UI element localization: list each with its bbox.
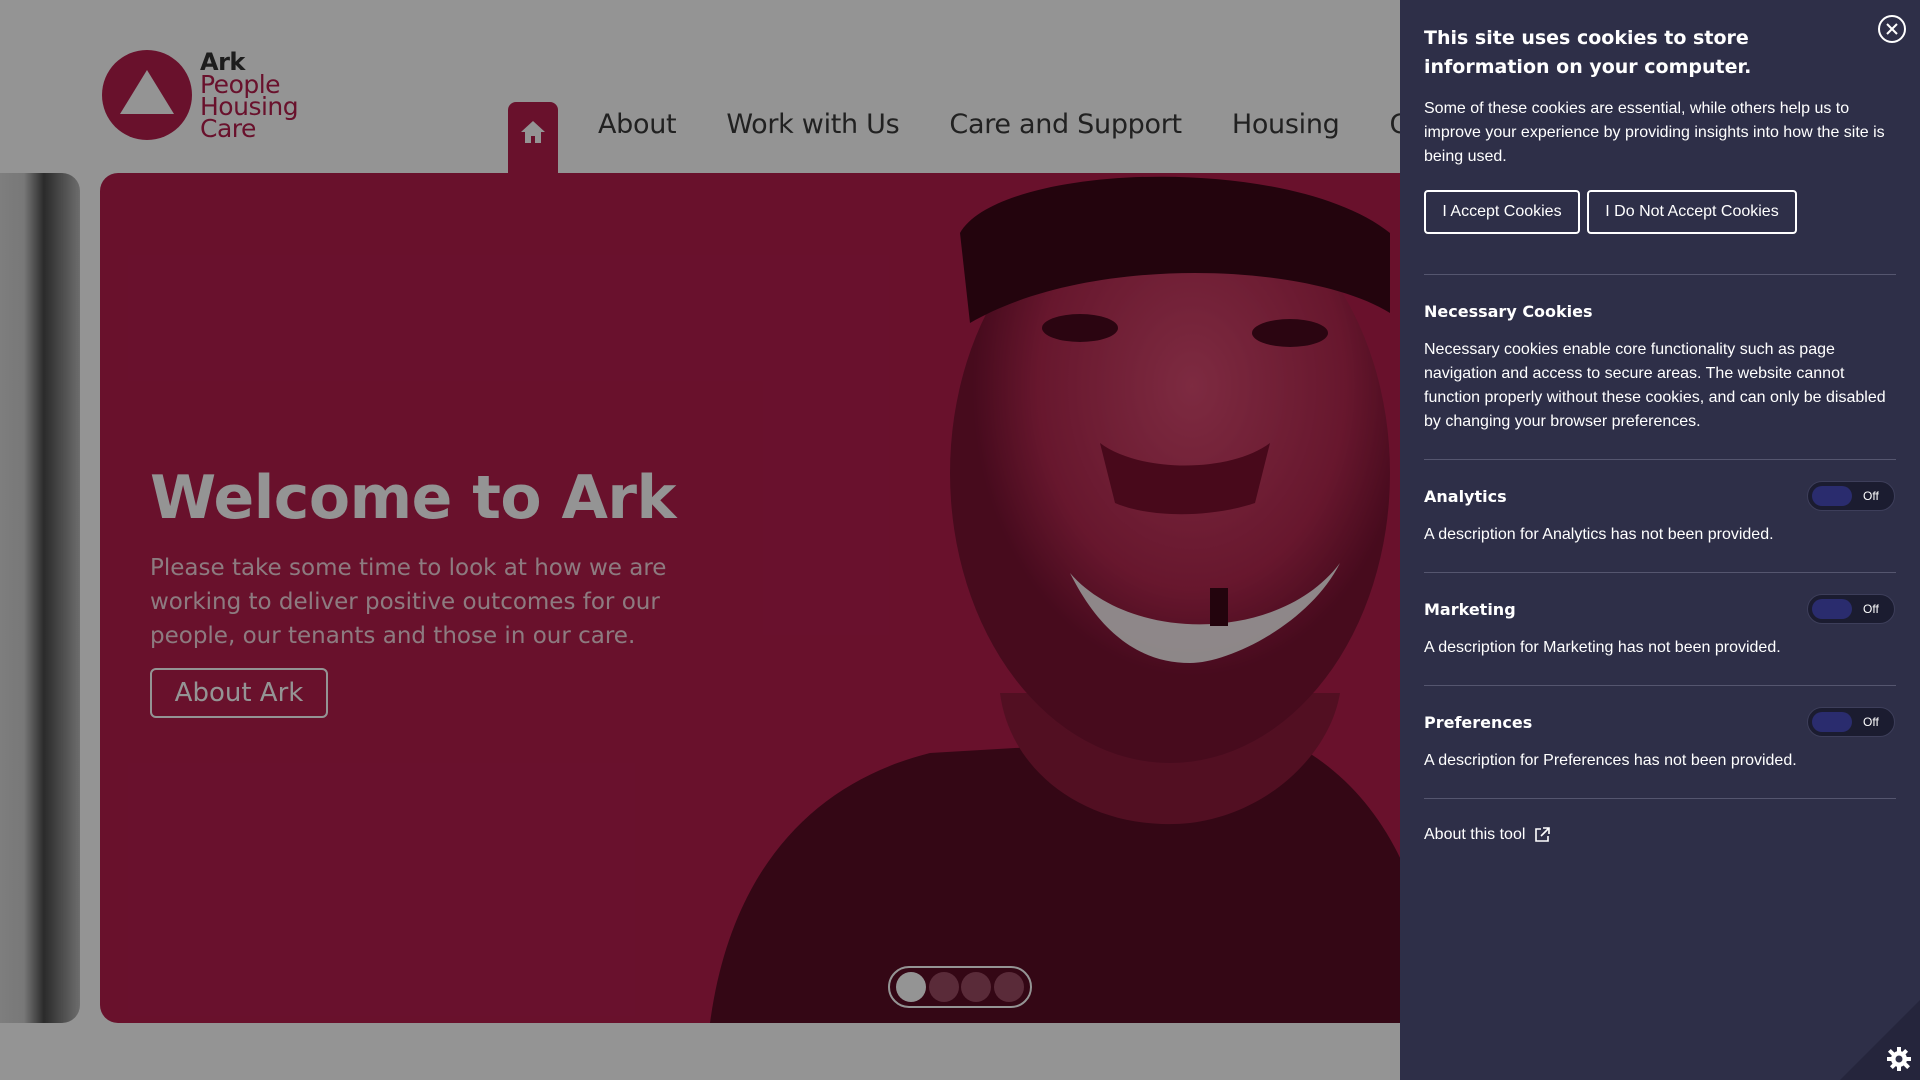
decline-cookies-button[interactable]: I Do Not Accept Cookies	[1587, 190, 1797, 234]
toggle-knob	[1812, 486, 1852, 506]
cookie-settings-button[interactable]	[1840, 1000, 1920, 1080]
cookie-panel-title: This site uses cookies to store informat…	[1424, 27, 1752, 78]
necessary-cookies-title: Necessary Cookies	[1424, 302, 1593, 321]
analytics-toggle[interactable]: Off	[1807, 481, 1895, 511]
marketing-description: A description for Marketing has not been…	[1424, 639, 1781, 656]
toggle-knob	[1812, 599, 1852, 619]
divider	[1424, 685, 1896, 686]
preferences-description: A description for Preferences has not be…	[1424, 752, 1797, 769]
toggle-knob	[1812, 712, 1852, 732]
external-link-icon	[1535, 827, 1551, 842]
about-this-tool-label: About this tool	[1424, 826, 1526, 843]
analytics-description: A description for Analytics has not been…	[1424, 526, 1774, 543]
necessary-cookies-description: Necessary cookies enable core functional…	[1424, 341, 1886, 430]
divider	[1424, 798, 1896, 799]
about-this-tool-link[interactable]: About this tool	[1424, 826, 1551, 844]
marketing-title: Marketing	[1424, 600, 1516, 619]
divider	[1424, 274, 1896, 275]
close-icon	[1886, 23, 1898, 35]
analytics-title: Analytics	[1424, 487, 1507, 506]
divider	[1424, 572, 1896, 573]
cookie-panel-intro: Some of these cookies are essential, whi…	[1424, 100, 1885, 165]
gear-icon	[1887, 1047, 1911, 1071]
close-button[interactable]	[1878, 15, 1906, 43]
toggle-state: Off	[1863, 602, 1879, 616]
preferences-toggle[interactable]: Off	[1807, 707, 1895, 737]
cookie-panel: This site uses cookies to store informat…	[1400, 0, 1920, 1080]
toggle-state: Off	[1863, 489, 1879, 503]
preferences-title: Preferences	[1424, 713, 1533, 732]
divider	[1424, 459, 1896, 460]
accept-cookies-button[interactable]: I Accept Cookies	[1424, 190, 1580, 234]
toggle-state: Off	[1863, 715, 1879, 729]
marketing-toggle[interactable]: Off	[1807, 594, 1895, 624]
